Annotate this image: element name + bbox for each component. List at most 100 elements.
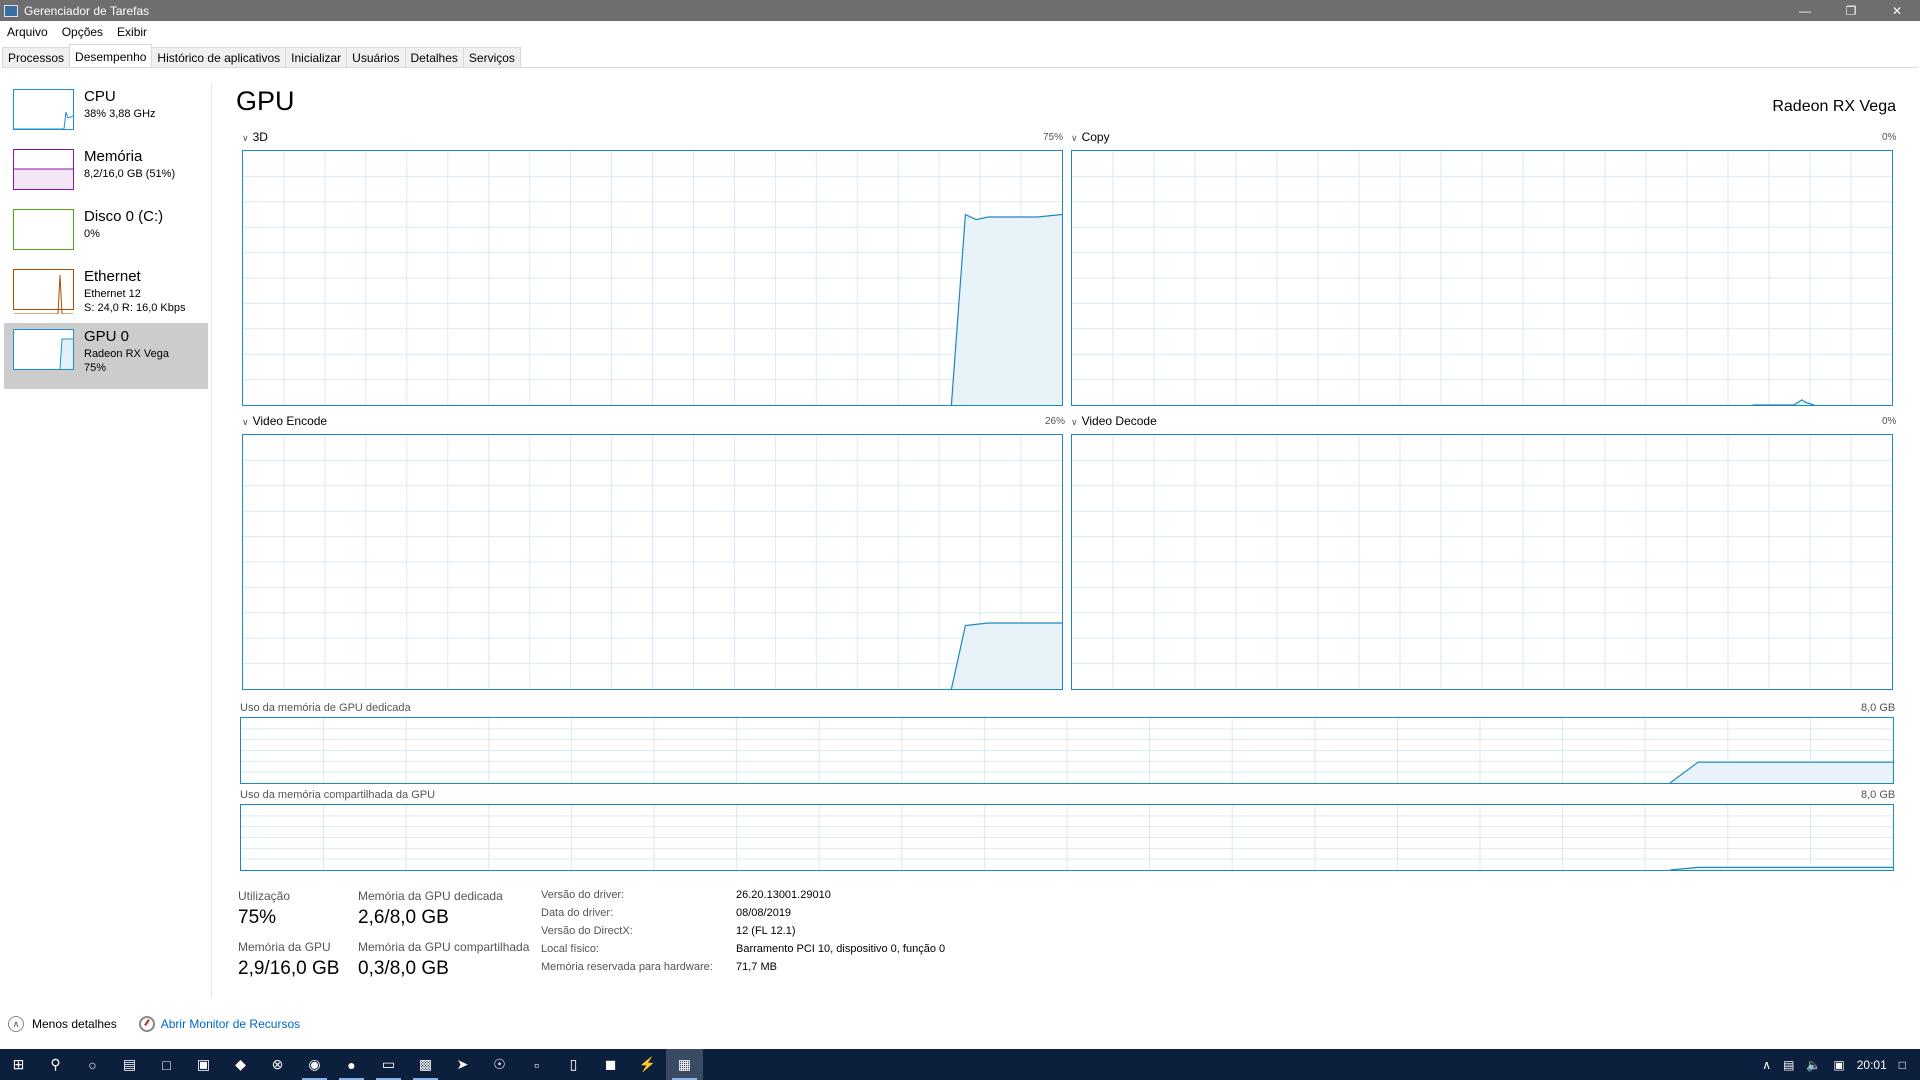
file-explorer-icon[interactable]: ▣ [185,1049,222,1080]
usage-area [951,214,1062,405]
sidebar-item-memory[interactable]: Memória 8,2/16,0 GB (51%) [4,143,208,203]
usage-area [951,623,1062,689]
app-icon[interactable]: ◆ [222,1049,259,1080]
graph-grid [243,435,1062,689]
resource-monitor-label: Abrir Monitor de Recursos [160,1017,301,1031]
tab-usuarios[interactable]: Usuários [346,47,406,67]
info-label-location: Local físico: [541,943,600,955]
page-title: GPU [236,86,295,116]
info-label-driver-date: Data do driver: [541,907,614,919]
facebook-icon[interactable]: ◼ [592,1049,629,1080]
close-button[interactable]: ✕ [1874,0,1920,21]
graph-grid [241,718,1893,783]
gpu-memory-label: Memória da GPU [238,940,331,954]
app-window-icon[interactable]: ▭ [370,1049,407,1080]
notifications-icon[interactable]: □ [1899,1058,1906,1072]
cpu-thumbnail [13,89,74,130]
minimize-button[interactable]: — [1782,0,1828,21]
gpu-device-name: Radeon RX Vega [1772,98,1896,115]
info-value-driver-date: 08/08/2019 [736,907,792,919]
chevron-down-icon: ∨ [1071,417,1078,427]
resource-monitor-icon [138,1016,155,1032]
tab-desempenho[interactable]: Desempenho [69,44,153,66]
sidebar-item-sub: Radeon RX Vega 75% [84,347,169,375]
dedicated-memory-max: 8,0 GB [1861,702,1896,714]
graph-grid [241,805,1893,870]
footer: ∧ Menos detalhes Abrir Monitor de Recurs… [8,1016,300,1032]
steam-icon[interactable]: ☉ [481,1049,518,1080]
sidebar-item-gpu[interactable]: GPU 0 Radeon RX Vega 75% [4,323,208,389]
sidebar-item-cpu[interactable]: CPU 38% 3,88 GHz [4,83,208,143]
system-tray: ∧ ▤ 🔈 ▣ 20:01 □ [1756,1049,1920,1080]
utilization-value: 75% [238,907,277,928]
graph-grid [243,151,1062,405]
sidebar-item-title: Ethernet [84,268,141,285]
sidebar-item-title: GPU 0 [84,328,130,345]
graph-grid [1072,435,1892,689]
graph-copy [1071,150,1893,406]
tab-detalhes[interactable]: Detalhes [404,47,464,67]
tab-inicializar[interactable]: Inicializar [285,47,348,67]
menu-exibir[interactable]: Exibir [110,22,154,42]
task-manager-taskbar-icon[interactable]: ▦ [666,1049,703,1080]
graph-3d-label: 3D [252,130,268,144]
clock[interactable]: 20:01 [1857,1058,1887,1072]
sidebar-item-ethernet[interactable]: Ethernet Ethernet 12 S: 24,0 R: 16,0 Kbp… [4,263,208,323]
cortana-icon[interactable]: ○ [74,1049,111,1080]
app-arrow-icon[interactable]: ➤ [444,1049,481,1080]
ethernet-adapter: Ethernet 12 [84,288,141,300]
ethernet-throughput: S: 24,0 R: 16,0 Kbps [84,302,186,314]
graph-copy-label: Copy [1081,130,1110,144]
network-icon[interactable]: ▣ [1833,1058,1844,1072]
graph-video-decode [1071,434,1893,690]
title-bar[interactable]: Gerenciador de Tarefas — ❐ ✕ [0,0,1920,21]
graph-encode-selector[interactable]: ∨ Video Encode [242,414,327,428]
window-title: Gerenciador de Tarefas [24,3,150,18]
search-icon[interactable]: ⚲ [37,1049,74,1080]
graph-3d-max: 75% [1043,132,1064,143]
fewer-details-link[interactable]: Menos detalhes [32,1017,117,1031]
storage-icon[interactable]: ▤ [1783,1058,1794,1072]
tab-processos[interactable]: Processos [2,47,71,67]
chrome-icon[interactable]: ◉ [296,1049,333,1080]
restore-button[interactable]: ❐ [1828,0,1874,21]
spotify-icon[interactable]: ● [333,1049,370,1080]
graph-encode-max: 26% [1045,416,1066,427]
task-view-icon[interactable]: ▤ [111,1049,148,1080]
app-teal-icon[interactable]: ▩ [407,1049,444,1080]
dedicated-memory-label: Uso da memória de GPU dedicada [240,702,411,714]
sidebar-item-title: Memória [84,148,143,165]
graph-copy-max: 0% [1882,132,1897,143]
resource-monitor-link[interactable]: Abrir Monitor de Recursos [138,1016,301,1032]
flash-app-icon[interactable]: ⚡ [629,1049,666,1080]
notepad-icon[interactable]: □ [148,1049,185,1080]
info-value-location: Barramento PCI 10, dispositivo 0, função… [736,943,946,955]
graph-3d-selector[interactable]: ∨ 3D [242,130,268,144]
menu-arquivo[interactable]: Arquivo [0,22,55,42]
sidebar-item-disk[interactable]: Disco 0 (C:) 0% [4,203,208,263]
tab-historico[interactable]: Histórico de aplicativos [151,47,287,67]
graph-decode-selector[interactable]: ∨ Video Decode [1071,414,1157,428]
photoshop-icon[interactable]: ▫ [518,1049,555,1080]
windows-start-icon[interactable]: ⊞ [0,1049,37,1080]
ethernet-thumbnail [13,269,74,315]
dedicated-value: 2,6/8,0 GB [358,907,449,928]
epic-games-icon[interactable]: ▯ [555,1049,592,1080]
graph-copy-selector[interactable]: ∨ Copy [1071,130,1110,144]
sidebar-divider [211,83,212,998]
xbox-icon[interactable]: ⊗ [259,1049,296,1080]
chevron-down-icon: ∨ [242,133,249,143]
sidebar-item-title: Disco 0 (C:) [84,208,164,225]
info-value-reserved: 71,7 MB [736,961,777,973]
tab-servicos[interactable]: Serviços [462,47,521,67]
chevron-up-icon[interactable]: ∧ [8,1016,24,1032]
sidebar-item-sub: 38% 3,88 GHz [84,108,156,120]
volume-icon[interactable]: 🔈 [1806,1058,1821,1072]
menu-opcoes[interactable]: Opções [55,22,110,42]
gpu-usage: 75% [84,362,107,374]
graph-shared-memory [240,804,1894,871]
tab-strip: Processos Desempenho Histórico de aplica… [2,44,1918,68]
chevron-up-icon[interactable]: ∧ [1762,1058,1771,1072]
shared-memory-label: Uso da memória compartilhada da GPU [240,789,436,801]
info-label-reserved: Memória reservada para hardware: [541,961,713,973]
